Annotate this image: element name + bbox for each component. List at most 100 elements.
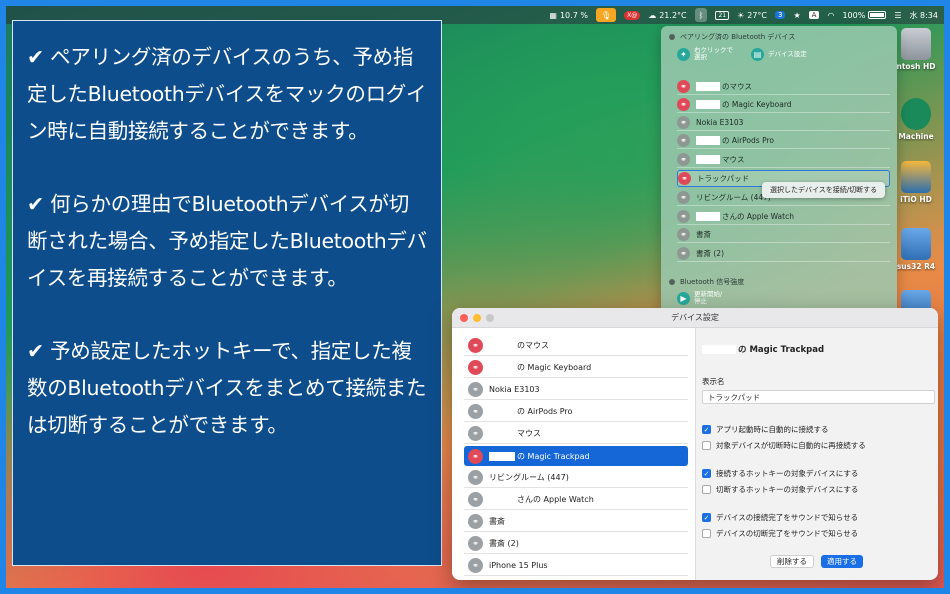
minimize-button[interactable] bbox=[473, 314, 481, 322]
link-icon: ⚭ bbox=[677, 190, 690, 204]
link-icon: ⚭ bbox=[468, 448, 483, 464]
cpu-status[interactable]: ▦ 10.7 % bbox=[549, 11, 588, 20]
checkbox-unchecked-icon[interactable] bbox=[702, 485, 711, 494]
screen-frame: ▦ 10.7 % 🎙 X@ ☁ 21.2°C ᛒ 21 ☀ 27°C 3 ★ A ◠ … bbox=[6, 6, 944, 588]
option-label: 対象デバイスが切断時に自動的に再接続する bbox=[716, 441, 866, 450]
close-button[interactable] bbox=[460, 314, 468, 322]
link-icon: ⚭ bbox=[677, 227, 690, 241]
option-checkbox-row[interactable]: ✓ デバイスの接続完了をサウンドで知らせる bbox=[702, 512, 858, 523]
checkbox-unchecked-icon[interactable] bbox=[702, 529, 711, 538]
detail-title: の Magic Trackpad bbox=[702, 343, 824, 355]
device-list-row[interactable]: ⚭ のマウス bbox=[464, 336, 688, 356]
device-list-row[interactable]: ⚭ 書斎 (2) bbox=[464, 534, 688, 554]
bt-device-label: トラックパッド bbox=[697, 174, 750, 183]
bt-device-item[interactable]: ⚭ の Magic Keyboard bbox=[677, 96, 890, 113]
bt-device-label: さんの Apple Watch bbox=[696, 211, 794, 222]
option-checkbox-row[interactable]: ✓ 接続するホットキーの対象デバイスにする bbox=[702, 468, 858, 479]
play-pause-icon: ▶ bbox=[677, 291, 690, 305]
bt-device-item[interactable]: ⚭ Nokia E3103 bbox=[677, 114, 890, 131]
device-list-row[interactable]: ⚭ さんの Apple Watch bbox=[464, 490, 688, 510]
checkbox-checked-icon[interactable]: ✓ bbox=[702, 469, 711, 478]
weather-status[interactable]: ☁ 21.2°C bbox=[648, 11, 686, 20]
device-list-row[interactable]: ⚭ の Magic Trackpad bbox=[464, 446, 688, 466]
device-detail-pane: の Magic Trackpad 表示名 ✓ アプリ起動時に自動的に接続する対象デ… bbox=[696, 328, 938, 580]
microphone-icon[interactable]: 🎙 bbox=[595, 8, 617, 22]
window-titlebar: デバイス設定 bbox=[452, 308, 938, 328]
checkbox-checked-icon[interactable]: ✓ bbox=[702, 425, 711, 434]
option-label: デバイスの接続完了をサウンドで知らせる bbox=[716, 513, 859, 522]
device-settings-button[interactable]: ▤ デバイス設定 bbox=[751, 47, 807, 61]
settings-icon: ▤ bbox=[751, 47, 764, 61]
display-name-input[interactable] bbox=[702, 390, 935, 404]
paired-devices-header: ペアリング済の Bluetooth デバイス bbox=[669, 32, 795, 42]
bt-device-item[interactable]: ⚭ の AirPods Pro bbox=[677, 132, 890, 149]
bt-device-label: 書斎 (2) bbox=[696, 248, 725, 258]
control-center-icon[interactable]: ☰ bbox=[894, 11, 901, 20]
device-list-row[interactable]: ⚭ の Magic Keyboard bbox=[464, 358, 688, 378]
bluetooth-menu-icon[interactable]: ᛒ bbox=[694, 8, 708, 22]
redacted-block bbox=[702, 345, 736, 354]
device-list-row[interactable]: ⚭ リビングルーム (447) bbox=[464, 468, 688, 488]
apply-button[interactable]: 適用する bbox=[821, 555, 863, 568]
bt-device-label: マウス bbox=[696, 154, 745, 165]
device-row-label: の AirPods Pro bbox=[489, 406, 572, 417]
signal-refresh-toggle[interactable]: ▶ 更新開始/ 停止 bbox=[677, 291, 722, 305]
drive-icon bbox=[901, 161, 931, 193]
link-icon: ⚭ bbox=[468, 338, 483, 353]
option-checkbox-row[interactable]: 切断するホットキーの対象デバイスにする bbox=[702, 484, 858, 495]
temperature-status[interactable]: ☀ 27°C bbox=[737, 11, 767, 20]
calendar-icon[interactable]: 21 bbox=[715, 10, 730, 20]
device-list-row[interactable]: ⚭ マウス bbox=[464, 424, 688, 444]
notification-badge[interactable]: X@ bbox=[624, 10, 641, 20]
bt-device-item[interactable]: ⚭ 書斎 bbox=[677, 226, 890, 243]
device-list-row[interactable]: ⚭ iPhone 15 Plus bbox=[464, 556, 688, 576]
input-source[interactable]: A bbox=[808, 11, 820, 19]
bt-device-label: のマウス bbox=[696, 81, 752, 92]
info-paragraph-2: ✔ 何らかの理由でBluetoothデバイスが切断された場合、予め指定したBlu… bbox=[27, 192, 427, 290]
bt-device-item[interactable]: ⚭ のマウス bbox=[677, 78, 890, 95]
bt-device-item[interactable]: ⚭ マウス bbox=[677, 151, 890, 168]
bt-device-item[interactable]: ⚭ さんの Apple Watch bbox=[677, 208, 890, 225]
link-icon: ⚭ bbox=[468, 470, 483, 485]
bt-device-item[interactable]: ⚭ 書斎 (2) bbox=[677, 245, 890, 262]
checkbox-checked-icon[interactable]: ✓ bbox=[702, 513, 711, 522]
delete-button[interactable]: 削除する bbox=[770, 555, 814, 568]
zoom-button[interactable] bbox=[486, 314, 494, 322]
device-row-label: リビングルーム (447) bbox=[489, 473, 569, 482]
device-settings-window: デバイス設定 ⚭ のマウス ⚭ の Magic Keyboard ⚭ Nokia E310… bbox=[452, 308, 938, 580]
link-icon: ⚭ bbox=[468, 492, 483, 507]
redacted-block bbox=[489, 429, 515, 438]
battery-status[interactable]: 100% bbox=[842, 11, 887, 20]
star-icon[interactable]: ★ bbox=[793, 11, 800, 20]
link-icon: ⚭ bbox=[468, 558, 483, 573]
device-list-row[interactable]: ⚭ Nokia E3103 bbox=[464, 380, 688, 400]
link-icon: ⚭ bbox=[468, 536, 483, 551]
display-name-label: 表示名 bbox=[702, 377, 725, 386]
device-list-row[interactable]: ⚭ の AirPods Pro bbox=[464, 402, 688, 422]
wifi-icon[interactable]: ◠ bbox=[827, 11, 834, 20]
time-machine-icon bbox=[901, 98, 931, 130]
device-list: ⚭ のマウス ⚭ の Magic Keyboard ⚭ Nokia E3103 ⚭ の Air… bbox=[452, 328, 696, 580]
number-badge[interactable]: 3 bbox=[775, 11, 786, 19]
link-icon: ⚭ bbox=[677, 152, 690, 166]
redacted-block bbox=[696, 100, 720, 109]
section-dot-icon bbox=[669, 279, 675, 285]
checkbox-unchecked-icon[interactable] bbox=[702, 441, 711, 450]
right-click-select-button[interactable]: ✦ 右クリックで 選択 bbox=[677, 47, 733, 61]
battery-icon bbox=[868, 11, 887, 19]
device-row-label: iPhone 15 Plus bbox=[489, 561, 548, 570]
device-row-label: の Magic Trackpad bbox=[489, 451, 590, 462]
device-list-row[interactable]: ⚭ 書斎 bbox=[464, 512, 688, 532]
link-icon: ⚭ bbox=[677, 209, 690, 223]
option-checkbox-row[interactable]: デバイスの切断完了をサウンドで知らせる bbox=[702, 528, 858, 539]
link-icon: ⚭ bbox=[677, 79, 690, 93]
quick-actions: ✦ 右クリックで 選択 ▤ デバイス設定 bbox=[677, 47, 807, 61]
option-checkbox-row[interactable]: 対象デバイスが切断時に自動的に再接続する bbox=[702, 440, 866, 451]
bluetooth-dropdown-menu: ペアリング済の Bluetooth デバイス ✦ 右クリックで 選択 ▤ デバイ… bbox=[661, 26, 897, 316]
device-row-label: マウス bbox=[489, 428, 541, 439]
option-checkbox-row[interactable]: ✓ アプリ起動時に自動的に接続する bbox=[702, 424, 829, 435]
window-title: デバイス設定 bbox=[671, 313, 719, 322]
option-label: 接続するホットキーの対象デバイスにする bbox=[716, 469, 859, 478]
clock[interactable]: 水 8:34 bbox=[909, 10, 938, 21]
device-row-label: さんの Apple Watch bbox=[489, 494, 594, 505]
